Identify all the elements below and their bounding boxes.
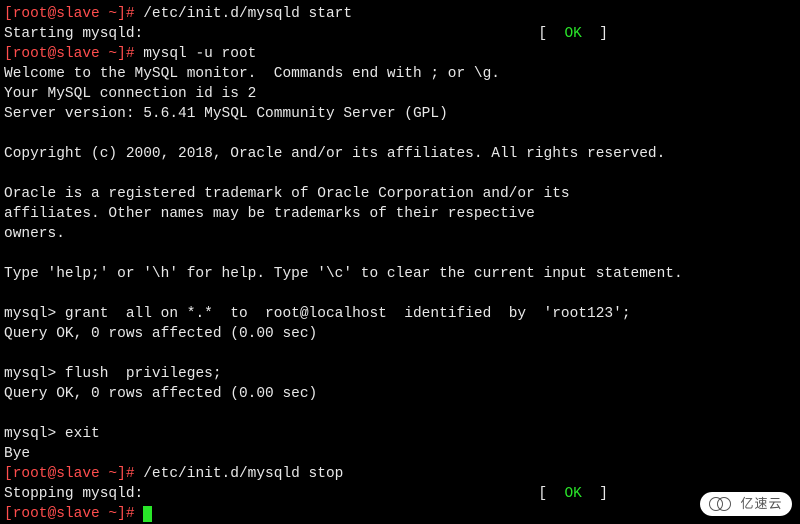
trademark1: Oracle is a registered trademark of Orac… bbox=[4, 184, 796, 204]
bye: Bye bbox=[4, 444, 796, 464]
cmd-start: /etc/init.d/mysqld start bbox=[143, 6, 352, 22]
cursor-icon bbox=[143, 506, 152, 522]
blank bbox=[4, 124, 796, 144]
watermark-text: 亿速云 bbox=[740, 497, 782, 511]
mysql-prompt: mysql> bbox=[4, 426, 65, 442]
shell-prompt: [root@slave ~]# bbox=[4, 506, 143, 522]
watermark: 亿速云 bbox=[700, 492, 792, 516]
query-ok-1: Query OK, 0 rows affected (0.00 sec) bbox=[4, 324, 796, 344]
trademark3: owners. bbox=[4, 224, 796, 244]
ok-indicator: [ OK ] bbox=[538, 24, 608, 44]
line-prompt-idle[interactable]: [root@slave ~]# bbox=[4, 504, 796, 524]
stopping-text: Stopping mysqld: bbox=[4, 484, 143, 504]
copyright: Copyright (c) 2000, 2018, Oracle and/or … bbox=[4, 144, 796, 164]
help-line: Type 'help;' or '\h' for help. Type '\c'… bbox=[4, 264, 796, 284]
connection-id: Your MySQL connection id is 2 bbox=[4, 84, 796, 104]
mysql-prompt: mysql> bbox=[4, 366, 65, 382]
line-starting: Starting mysqld: [ OK ] bbox=[4, 24, 608, 44]
cmd-mysql: mysql -u root bbox=[143, 46, 256, 62]
blank bbox=[4, 344, 796, 364]
blank bbox=[4, 164, 796, 184]
line-mysql-login: [root@slave ~]# mysql -u root bbox=[4, 44, 796, 64]
blank bbox=[4, 284, 796, 304]
starting-text: Starting mysqld: bbox=[4, 24, 143, 44]
line-flush: mysql> flush privileges; bbox=[4, 364, 796, 384]
line-grant: mysql> grant all on *.* to root@localhos… bbox=[4, 304, 796, 324]
shell-prompt: [root@slave ~]# bbox=[4, 46, 143, 62]
blank bbox=[4, 404, 796, 424]
blank bbox=[4, 244, 796, 264]
cmd-flush: flush privileges; bbox=[65, 366, 222, 382]
watermark-logo-icon bbox=[709, 495, 735, 513]
line-stop: [root@slave ~]# /etc/init.d/mysqld stop bbox=[4, 464, 796, 484]
cmd-grant: grant all on *.* to root@localhost ident… bbox=[65, 306, 631, 322]
query-ok-2: Query OK, 0 rows affected (0.00 sec) bbox=[4, 384, 796, 404]
welcome: Welcome to the MySQL monitor. Commands e… bbox=[4, 64, 796, 84]
cmd-stop: /etc/init.d/mysqld stop bbox=[143, 466, 343, 482]
shell-prompt: [root@slave ~]# bbox=[4, 466, 143, 482]
cmd-exit: exit bbox=[65, 426, 100, 442]
shell-prompt: [root@slave ~]# bbox=[4, 6, 143, 22]
trademark2: affiliates. Other names may be trademark… bbox=[4, 204, 796, 224]
line-exit: mysql> exit bbox=[4, 424, 796, 444]
ok-indicator: [ OK ] bbox=[538, 484, 608, 504]
line-stopping: Stopping mysqld: [ OK ] bbox=[4, 484, 608, 504]
line-start: [root@slave ~]# /etc/init.d/mysqld start bbox=[4, 4, 796, 24]
server-version: Server version: 5.6.41 MySQL Community S… bbox=[4, 104, 796, 124]
mysql-prompt: mysql> bbox=[4, 306, 65, 322]
